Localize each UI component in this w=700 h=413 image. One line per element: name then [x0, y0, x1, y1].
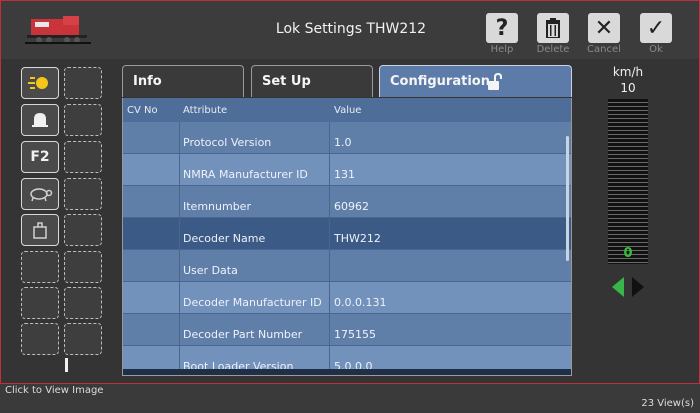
help-label: Help [490, 44, 514, 55]
function-key-weight[interactable] [21, 214, 59, 246]
cell-cv [123, 154, 180, 185]
function-key-empty[interactable] [21, 287, 59, 319]
cell-value: 0.0.0.131 [334, 296, 387, 309]
cv-table: CV No Attribute Value Protocol Version 1.… [122, 98, 572, 376]
table-row[interactable]: Decoder Part Number 175155 [123, 314, 571, 346]
table-row[interactable]: NMRA Manufacturer ID 131 [123, 154, 571, 186]
speed-unit: km/h [612, 65, 644, 79]
cell-cv [123, 250, 180, 281]
cell-cv [123, 282, 180, 313]
cell-value: 131 [334, 168, 355, 181]
speed-slider[interactable] [608, 99, 648, 264]
view-image-link[interactable]: Click to View Image [5, 385, 103, 396]
scrollbar[interactable] [566, 136, 569, 261]
cell-cv [123, 314, 180, 345]
function-key-empty[interactable] [21, 323, 59, 355]
cell-value: 60962 [334, 200, 369, 213]
page-indicator [65, 358, 68, 372]
function-key-empty[interactable] [64, 251, 102, 283]
table-row[interactable]: User Data [123, 250, 571, 282]
function-key-empty[interactable] [64, 287, 102, 319]
current-speed: 0 [623, 246, 633, 261]
cell-attribute: Decoder Manufacturer ID [180, 282, 330, 313]
unlock-icon [488, 73, 502, 90]
bell-icon [32, 113, 48, 127]
delete-label: Delete [536, 44, 570, 55]
cell-cv [123, 218, 180, 249]
cell-attribute: Decoder Part Number [180, 314, 330, 345]
header-bar: Lok Settings THW212 ? Help Delete ✕ Canc… [1, 1, 699, 59]
function-key-f2[interactable]: F2 [21, 141, 59, 173]
function-key-light[interactable] [21, 67, 59, 99]
close-icon: ✕ [588, 13, 620, 43]
help-button[interactable]: ? Help [484, 13, 520, 55]
page-title: Lok Settings THW212 [275, 21, 427, 37]
f2-icon: F2 [30, 149, 50, 165]
direction-reverse-icon[interactable] [612, 277, 624, 297]
cancel-button[interactable]: ✕ Cancel [586, 13, 622, 55]
function-key-empty[interactable] [21, 251, 59, 283]
trash-icon [537, 13, 569, 43]
tab-set-up[interactable]: Set Up [251, 65, 373, 97]
cell-value: 175155 [334, 328, 376, 341]
function-key-empty[interactable] [64, 67, 102, 99]
headlight-icon [28, 77, 48, 89]
cancel-label: Cancel [587, 44, 621, 55]
weight-icon [33, 222, 47, 239]
table-header: CV No Attribute Value [123, 98, 571, 122]
function-key-shunting[interactable] [21, 178, 59, 210]
cell-attribute: Itemnumber [180, 186, 330, 217]
tab-configuration[interactable]: Configuration [379, 65, 572, 97]
speed-value: 10 [620, 81, 636, 95]
cell-value: THW212 [334, 232, 381, 245]
cell-value [331, 250, 561, 281]
ok-button[interactable]: ✓ Ok [638, 13, 674, 55]
column-header-cv: CV No [127, 105, 158, 116]
direction-forward-icon[interactable] [632, 277, 644, 297]
function-key-bell[interactable] [21, 104, 59, 136]
table-row[interactable]: Decoder Manufacturer ID 0.0.0.131 [123, 282, 571, 314]
cell-attribute: Protocol Version [180, 122, 330, 153]
function-key-empty[interactable] [64, 141, 102, 173]
turtle-icon [30, 188, 53, 202]
locomotive-icon [25, 16, 91, 44]
cell-cv [123, 122, 180, 153]
ok-label: Ok [649, 44, 663, 55]
app-window: Lok Settings THW212 ? Help Delete ✕ Canc… [0, 0, 700, 384]
delete-button[interactable]: Delete [535, 13, 571, 55]
table-row[interactable]: Decoder Name THW212 [123, 218, 571, 250]
cell-attribute: Decoder Name [180, 218, 330, 249]
table-row[interactable]: Protocol Version 1.0 [123, 122, 571, 154]
tab-info[interactable]: Info [122, 65, 244, 97]
cell-cv [123, 186, 180, 217]
cell-value: 1.0 [334, 136, 352, 149]
function-key-empty[interactable] [64, 214, 102, 246]
question-icon: ? [486, 13, 518, 43]
table-row[interactable]: Itemnumber 60962 [123, 186, 571, 218]
table-footer-bar [123, 369, 571, 375]
cell-attribute: NMRA Manufacturer ID [180, 154, 330, 185]
function-key-empty[interactable] [64, 323, 102, 355]
checkmark-icon: ✓ [640, 13, 672, 43]
function-key-empty[interactable] [64, 104, 102, 136]
view-count: 23 View(s) [641, 398, 694, 409]
tab-configuration-label: Configuration [390, 74, 490, 89]
column-header-attribute: Attribute [183, 105, 228, 116]
column-header-value: Value [334, 105, 362, 116]
function-key-empty[interactable] [64, 178, 102, 210]
cell-attribute: User Data [180, 250, 330, 281]
